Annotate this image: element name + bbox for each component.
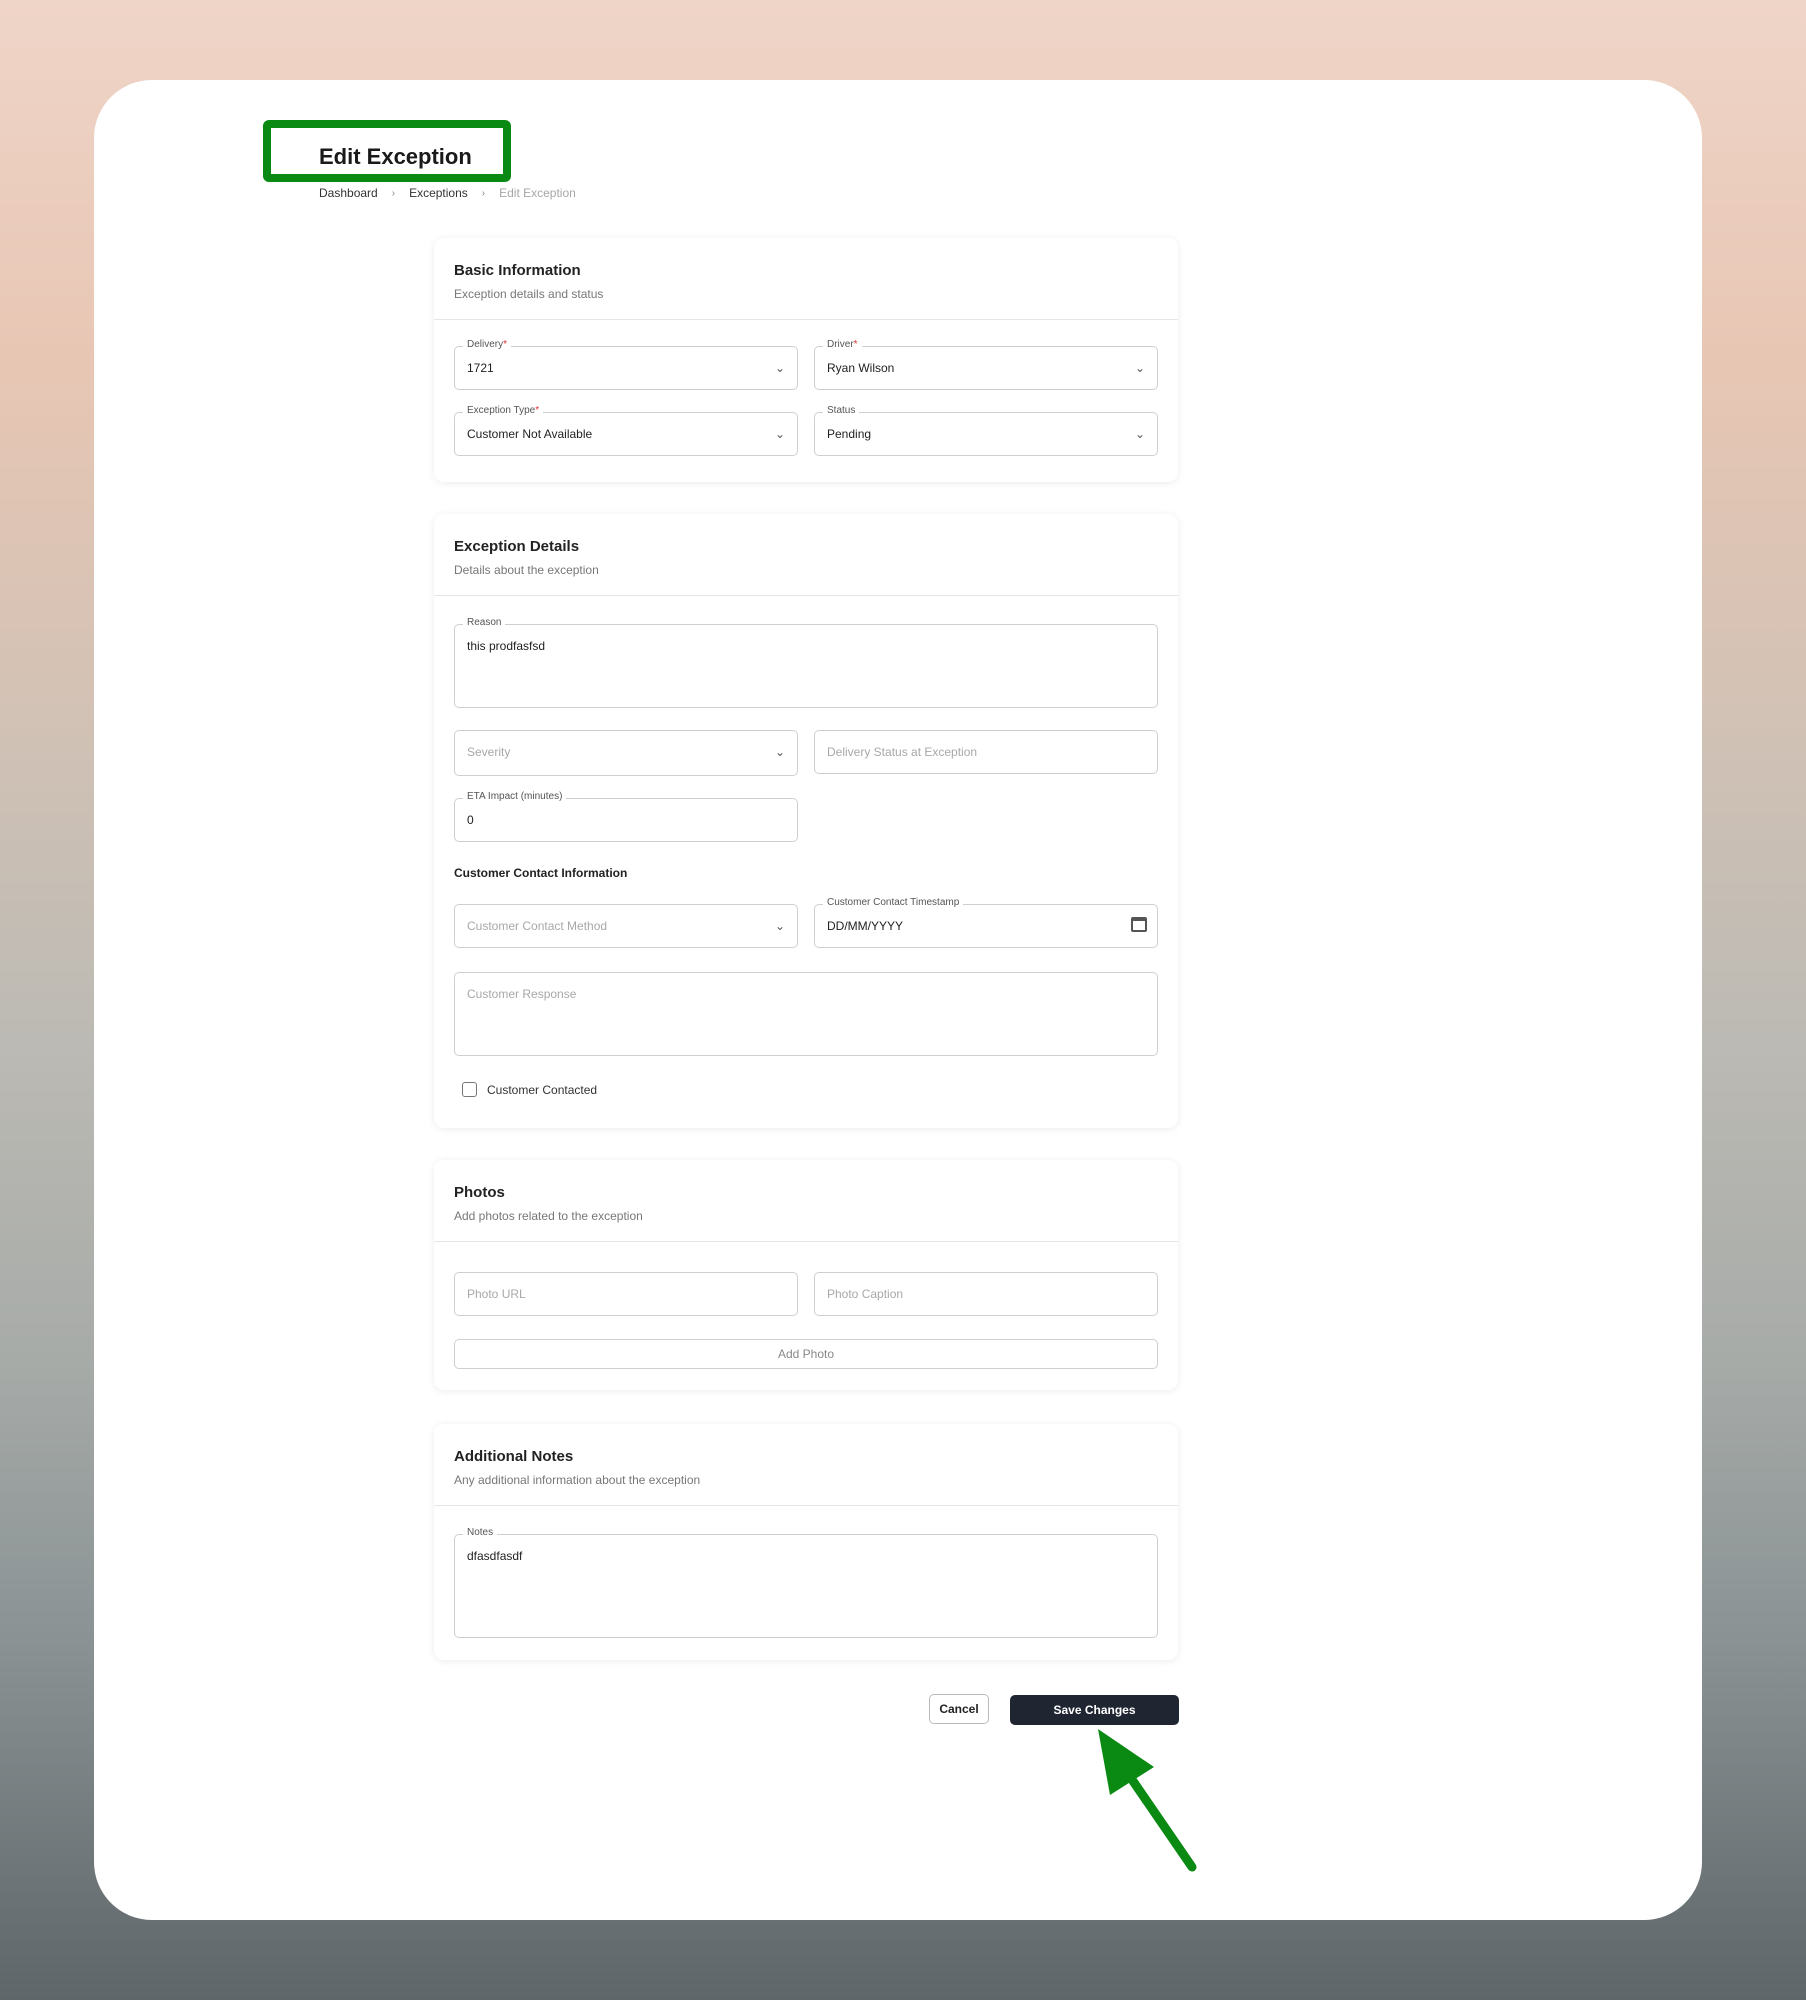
section-subtitle: Exception details and status — [454, 287, 604, 301]
exception-type-label: Exception Type* — [463, 405, 544, 416]
section-header: Exception Details Details about the exce… — [434, 514, 1178, 596]
reason-value: this prodfasfsd — [467, 639, 546, 653]
contact-method-select[interactable]: Customer Contact Method ⌄ — [454, 904, 798, 948]
severity-placeholder: Severity — [467, 745, 511, 759]
section-title: Additional Notes — [454, 1448, 574, 1465]
delivery-status-input[interactable]: Delivery Status at Exception — [814, 730, 1158, 774]
breadcrumb: Dashboard › Exceptions › Edit Exception — [319, 186, 576, 200]
customer-response-placeholder: Customer Response — [467, 987, 577, 1001]
chevron-down-icon: ⌄ — [774, 745, 785, 759]
section-subtitle: Details about the exception — [454, 563, 599, 577]
photo-url-placeholder: Photo URL — [467, 1287, 526, 1301]
section-title: Basic Information — [454, 262, 581, 279]
chevron-down-icon: ⌄ — [774, 427, 785, 441]
reason-label: Reason — [463, 617, 506, 628]
exception-type-value: Customer Not Available — [467, 427, 593, 441]
eta-impact-value: 0 — [467, 813, 474, 827]
section-title: Photos — [454, 1184, 505, 1201]
customer-contacted-checkbox[interactable] — [462, 1082, 477, 1097]
photo-caption-input[interactable]: Photo Caption — [814, 1272, 1158, 1316]
save-changes-button[interactable]: Save Changes — [1010, 1695, 1179, 1725]
photos-section: Photos Add photos related to the excepti… — [434, 1160, 1178, 1390]
section-header: Basic Information Exception details and … — [434, 238, 1178, 320]
contact-timestamp-input[interactable]: Customer Contact Timestamp DD/MM/YYYY — [814, 897, 1158, 948]
notes-textarea[interactable]: Notes dfasdfasdf — [454, 1527, 1158, 1638]
add-photo-button[interactable]: Add Photo — [454, 1339, 1158, 1369]
reason-textarea[interactable]: Reason this prodfasfsd — [454, 617, 1158, 708]
eta-impact-label: ETA Impact (minutes) — [463, 791, 567, 802]
breadcrumb-separator-icon: › — [391, 187, 396, 199]
contact-timestamp-label: Customer Contact Timestamp — [823, 897, 964, 908]
chevron-down-icon: ⌄ — [1134, 427, 1145, 441]
section-header: Additional Notes Any additional informat… — [434, 1424, 1178, 1506]
chevron-down-icon: ⌄ — [774, 361, 785, 375]
status-value: Pending — [827, 427, 872, 441]
exception-details-section: Exception Details Details about the exce… — [434, 514, 1178, 1128]
delivery-label: Delivery* — [463, 339, 512, 350]
basic-information-section: Basic Information Exception details and … — [434, 238, 1178, 482]
breadcrumb-dashboard[interactable]: Dashboard — [319, 186, 378, 200]
notes-value: dfasdfasdf — [467, 1549, 523, 1563]
status-label: Status — [823, 405, 860, 416]
contact-method-placeholder: Customer Contact Method — [467, 919, 608, 933]
driver-select[interactable]: Driver* Ryan Wilson ⌄ — [814, 339, 1158, 390]
breadcrumb-separator-icon: › — [481, 187, 486, 199]
photo-url-input[interactable]: Photo URL — [454, 1272, 798, 1316]
delivery-value: 1721 — [467, 361, 494, 375]
customer-contacted-row[interactable]: Customer Contacted — [462, 1082, 597, 1097]
breadcrumb-current: Edit Exception — [499, 186, 576, 200]
severity-select[interactable]: Severity ⌄ — [454, 730, 798, 776]
customer-contacted-label: Customer Contacted — [487, 1082, 598, 1097]
chevron-down-icon: ⌄ — [774, 919, 785, 933]
arrow-pointer-icon — [1098, 1729, 1197, 1872]
delivery-status-placeholder: Delivery Status at Exception — [827, 745, 978, 759]
breadcrumb-exceptions[interactable]: Exceptions — [409, 186, 468, 200]
notes-label: Notes — [463, 1527, 498, 1538]
page-title: Edit Exception — [319, 144, 472, 169]
section-subtitle: Any additional information about the exc… — [454, 1473, 701, 1487]
customer-contact-heading: Customer Contact Information — [454, 866, 628, 880]
status-select[interactable]: Status Pending ⌄ — [814, 405, 1158, 456]
customer-response-textarea[interactable]: Customer Response — [454, 972, 1158, 1056]
exception-type-select[interactable]: Exception Type* Customer Not Available ⌄ — [454, 405, 798, 456]
eta-impact-input[interactable]: ETA Impact (minutes) 0 — [454, 791, 798, 842]
section-subtitle: Add photos related to the exception — [454, 1209, 643, 1223]
driver-value: Ryan Wilson — [827, 361, 895, 375]
section-title: Exception Details — [454, 538, 580, 555]
calendar-icon[interactable] — [1131, 917, 1147, 932]
contact-timestamp-value: DD/MM/YYYY — [827, 919, 904, 933]
chevron-down-icon: ⌄ — [1134, 361, 1145, 375]
delivery-select[interactable]: Delivery* 1721 ⌄ — [454, 339, 798, 390]
additional-notes-section: Additional Notes Any additional informat… — [434, 1424, 1178, 1660]
photo-caption-placeholder: Photo Caption — [827, 1287, 904, 1301]
driver-label: Driver* — [823, 339, 862, 350]
cancel-button[interactable]: Cancel — [929, 1694, 989, 1724]
section-header: Photos Add photos related to the excepti… — [434, 1160, 1178, 1242]
